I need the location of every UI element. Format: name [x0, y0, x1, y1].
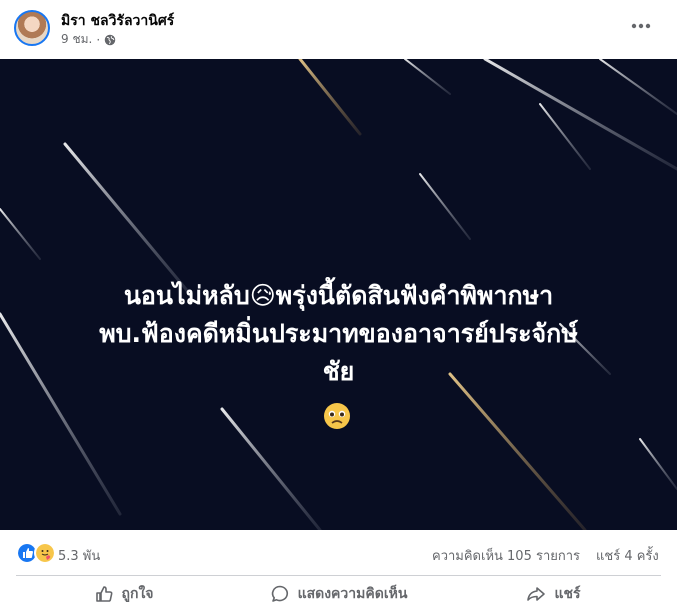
post-time[interactable]: 9 ชม.: [61, 30, 92, 49]
share-count[interactable]: แชร์ 4 ครั้ง: [596, 545, 659, 566]
reaction-stats: 5.3 พัน ความคิดเห็น 105 รายการ แชร์ 4 คร…: [0, 536, 677, 568]
caption-line-1: นอนไม่หลับ😥พรุ่งนี้ตัดสินฟังคำพิพากษา: [123, 281, 554, 310]
crying-face-emoji-icon: [324, 403, 350, 429]
reaction-icons[interactable]: [16, 542, 56, 564]
comment-bubble-icon: [271, 585, 288, 602]
divider: [16, 575, 661, 576]
share-button[interactable]: แชร์: [446, 577, 661, 611]
share-label: แชร์: [554, 586, 581, 602]
post-image[interactable]: นอนไม่หลับ😥พรุ่งนี้ตัดสินฟังคำพิพากษา พบ…: [0, 59, 677, 530]
facebook-post-card: มิรา ชลวิรัลวานิศร์ 9 ชม. · นอนไม่หลับ😥พ…: [0, 0, 677, 611]
like-button[interactable]: ถูกใจ: [16, 577, 231, 611]
globe-icon: [104, 34, 116, 45]
comment-count[interactable]: ความคิดเห็น 105 รายการ: [432, 545, 580, 566]
comment-label: แสดงความคิดเห็น: [297, 586, 408, 602]
caption-line-3: ชัย: [322, 357, 355, 386]
more-options-button[interactable]: [629, 16, 653, 36]
thumbs-up-icon: [95, 586, 112, 602]
share-arrow-icon: [527, 587, 546, 601]
author-avatar[interactable]: [14, 10, 50, 46]
meta-separator: ·: [96, 32, 101, 47]
like-label: ถูกใจ: [121, 586, 154, 602]
comment-button[interactable]: แสดงความคิดเห็น: [231, 577, 446, 611]
caption-line-2: พบ.ฟ้องคดีหมิ่นประมาทของอาจารย์ประจักษ์: [99, 319, 578, 348]
author-name[interactable]: มิรา ชลวิรัลวานิศร์: [61, 10, 174, 32]
reaction-count[interactable]: 5.3 พัน: [58, 545, 100, 566]
post-actions: ถูกใจ แสดงความคิดเห็น แชร์: [16, 577, 661, 611]
more-dots-icon: [631, 23, 651, 29]
image-caption: นอนไม่หลับ😥พรุ่งนี้ตัดสินฟังคำพิพากษา พบ…: [20, 277, 657, 391]
post-meta: 9 ชม. ·: [61, 30, 116, 49]
care-reaction-icon: [34, 542, 56, 564]
post-header: มิรา ชลวิรัลวานิศร์ 9 ชม. ·: [0, 0, 677, 56]
